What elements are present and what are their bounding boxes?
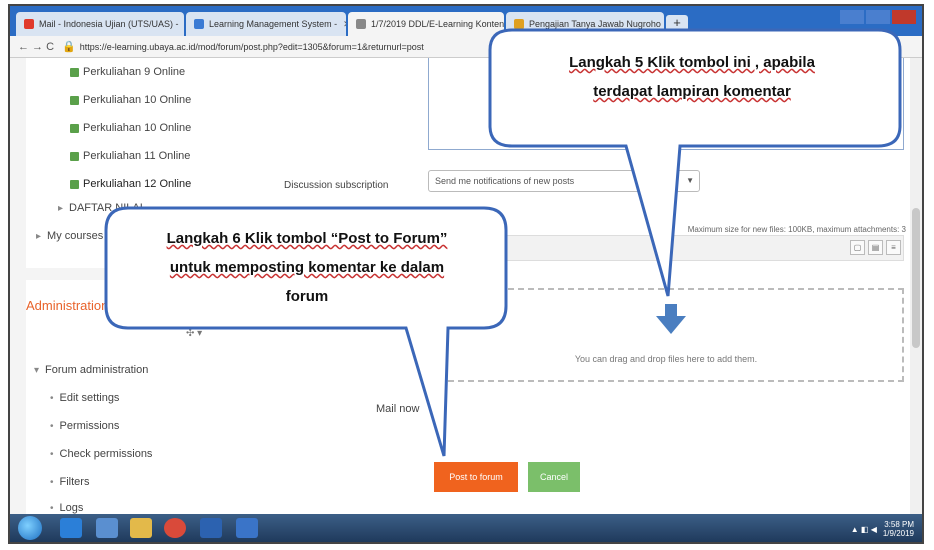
callout-step-6-line-2: untuk memposting komentar ke dalam — [169, 259, 445, 276]
callout-step-6-line-3: forum — [285, 288, 329, 305]
callout-step-6-line-1: Langkah 6 Klik tombol “Post to Forum” — [166, 230, 448, 247]
